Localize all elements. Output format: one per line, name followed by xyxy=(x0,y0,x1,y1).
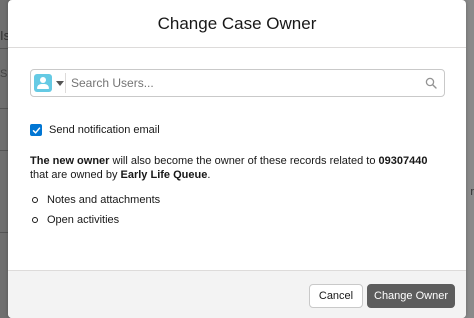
background-text: S xyxy=(0,68,8,80)
notification-option: Send notification email xyxy=(30,124,160,136)
bullet-icon xyxy=(32,217,38,223)
search-icon xyxy=(425,77,437,89)
list-item-label: Open activities xyxy=(47,214,120,226)
user-icon xyxy=(34,74,52,92)
ownership-info: The new owner will also become the owner… xyxy=(30,154,445,182)
owner-lookup xyxy=(30,69,445,97)
info-text: will also become the owner of these reco… xyxy=(109,155,379,167)
chevron-down-icon xyxy=(56,80,64,86)
list-item: Notes and attachments xyxy=(30,193,160,213)
modal-footer: Cancel Change Owner xyxy=(8,270,466,318)
list-item: Open activities xyxy=(30,213,160,233)
case-number: 09307440 xyxy=(378,155,428,167)
checkmark-icon xyxy=(32,126,40,134)
search-users-input[interactable] xyxy=(71,70,411,96)
send-notification-checkbox[interactable] xyxy=(30,124,42,136)
info-bold-prefix: The new owner xyxy=(30,155,110,167)
object-type-picker[interactable] xyxy=(31,70,68,96)
modal-header: Change Case Owner xyxy=(8,0,466,48)
modal-body: Send notification email The new owner wi… xyxy=(8,48,466,271)
bullet-icon xyxy=(32,197,38,203)
change-owner-button[interactable]: Change Owner xyxy=(367,284,455,308)
related-records-list: Notes and attachments Open activities xyxy=(30,193,160,233)
info-text: . xyxy=(207,169,211,181)
background-text: r xyxy=(470,186,474,198)
send-notification-label: Send notification email xyxy=(49,124,160,136)
owner-queue-name: Early Life Queue xyxy=(120,169,208,181)
change-owner-modal: Change Case Owner Search Users... Send n… xyxy=(8,0,466,318)
lookup-divider xyxy=(65,73,66,93)
modal-title: Change Case Owner xyxy=(157,13,317,33)
info-text: that are owned by xyxy=(30,169,121,181)
cancel-button[interactable]: Cancel xyxy=(309,284,363,308)
list-item-label: Notes and attachments xyxy=(47,194,161,206)
